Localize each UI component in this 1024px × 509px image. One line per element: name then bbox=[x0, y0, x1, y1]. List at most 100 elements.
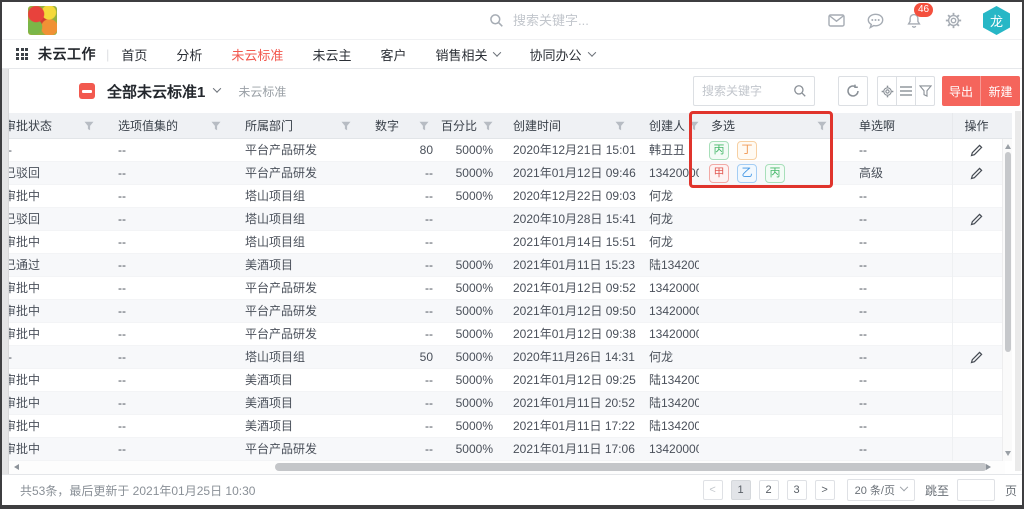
chat-icon[interactable] bbox=[865, 11, 885, 31]
filter-funnel-icon[interactable] bbox=[689, 121, 699, 131]
scroll-left-arrow-icon[interactable] bbox=[14, 464, 19, 470]
filter-funnel-button[interactable] bbox=[915, 76, 935, 106]
avatar[interactable]: 龙 bbox=[983, 6, 1010, 35]
cell-actions bbox=[952, 277, 1000, 300]
app-grid-icon[interactable] bbox=[16, 48, 28, 60]
scroll-right-arrow-icon[interactable] bbox=[986, 464, 991, 470]
cell-multi bbox=[699, 208, 847, 231]
horizontal-scroll-thumb[interactable] bbox=[275, 463, 987, 471]
table-row[interactable]: 审批中--美酒项目--5000%2021年01月12日 09:25陆134200… bbox=[9, 369, 1012, 392]
table-row[interactable]: 审批中--平台产品研发--5000%2021年01月12日 09:5213420… bbox=[9, 277, 1012, 300]
nav-bar: 未云工作 | 首页分析未云标准未云主客户销售相关协同办公 bbox=[2, 40, 1022, 69]
global-search-input[interactable] bbox=[513, 13, 713, 28]
table-row[interactable]: 审批中--平台产品研发--5000%2021年01月12日 09:3813420… bbox=[9, 323, 1012, 346]
create-button[interactable]: 新建 bbox=[981, 76, 1020, 106]
scroll-down-arrow-icon[interactable] bbox=[1005, 451, 1011, 456]
cell-optset: -- bbox=[106, 415, 233, 438]
cell-single: -- bbox=[847, 277, 952, 300]
filter-funnel-icon[interactable] bbox=[341, 121, 351, 131]
top-header: 46 龙 bbox=[2, 2, 1022, 40]
filter-funnel-icon[interactable] bbox=[615, 121, 625, 131]
search-icon[interactable] bbox=[786, 77, 814, 105]
cell-multi bbox=[699, 346, 847, 369]
nav-item-分析[interactable]: 分析 bbox=[176, 45, 202, 64]
filter-funnel-icon[interactable] bbox=[84, 121, 94, 131]
table-row[interactable]: ----塔山项目组505000%2020年11月26日 14:31何龙-- bbox=[9, 346, 1012, 369]
list-toolbar: 全部未云标准1 未云标准 bbox=[2, 69, 1022, 113]
cell-number: -- bbox=[363, 208, 441, 231]
table-row[interactable]: 已驳回--平台产品研发--5000%2021年01月12日 09:4613420… bbox=[9, 162, 1012, 185]
prev-page-button[interactable]: < bbox=[703, 480, 723, 500]
nav-item-首页[interactable]: 首页 bbox=[121, 45, 147, 64]
jump-to-page-input[interactable] bbox=[957, 479, 995, 501]
table-row[interactable]: ----平台产品研发805000%2020年12月21日 15:01韩丑丑丙丁-… bbox=[9, 139, 1012, 162]
page-button-1[interactable]: 1 bbox=[731, 480, 751, 500]
edit-button[interactable] bbox=[969, 165, 985, 181]
settings-gear-button[interactable] bbox=[877, 76, 897, 106]
list-search-input[interactable] bbox=[694, 84, 786, 98]
table-row[interactable]: 审批中--塔山项目组--5000%2020年12月22日 09:03何龙-- bbox=[9, 185, 1012, 208]
filter-funnel-icon[interactable] bbox=[483, 121, 493, 131]
primary-buttons: 导出 新建 bbox=[942, 76, 1020, 106]
cell-optset: -- bbox=[106, 185, 233, 208]
table-horizontal-scrollbar[interactable] bbox=[9, 461, 1005, 474]
app-logo[interactable] bbox=[28, 6, 57, 35]
gear-icon[interactable] bbox=[943, 11, 963, 31]
chevron-down-icon[interactable] bbox=[213, 84, 221, 92]
export-button[interactable]: 导出 bbox=[942, 76, 981, 106]
filter-funnel-icon[interactable] bbox=[211, 121, 221, 131]
cell-creator: 陆1342000... bbox=[637, 369, 699, 392]
cell-created: 2021年01月12日 09:50 bbox=[501, 300, 637, 323]
filter-funnel-icon[interactable] bbox=[419, 121, 429, 131]
cell-actions bbox=[952, 323, 1000, 346]
page-button-2[interactable]: 2 bbox=[759, 480, 779, 500]
notifications-bell-icon[interactable]: 46 bbox=[904, 11, 924, 31]
page-button-3[interactable]: 3 bbox=[787, 480, 807, 500]
table-row[interactable]: 已通过--美酒项目--5000%2021年01月11日 15:23陆134200… bbox=[9, 254, 1012, 277]
nav-item-未云主[interactable]: 未云主 bbox=[312, 45, 351, 64]
cell-multi bbox=[699, 254, 847, 277]
column-header-multi[interactable]: 多选 bbox=[699, 113, 847, 138]
cell-creator: 13420000... bbox=[637, 323, 699, 346]
edit-button[interactable] bbox=[969, 349, 985, 365]
next-page-button[interactable]: > bbox=[815, 480, 835, 500]
cell-percent: 5000% bbox=[441, 139, 501, 162]
vertical-scroll-thumb[interactable] bbox=[1005, 152, 1011, 352]
nav-item-销售相关[interactable]: 销售相关 bbox=[435, 45, 500, 64]
nav-item-未云标准[interactable]: 未云标准 bbox=[231, 45, 283, 64]
column-label: 多选 bbox=[711, 117, 735, 134]
table-row[interactable]: 已驳回--塔山项目组--2020年10月28日 15:41何龙-- bbox=[9, 208, 1012, 231]
filter-funnel-icon[interactable] bbox=[817, 121, 827, 131]
cell-creator: 13420000... bbox=[637, 438, 699, 461]
cell-optset: -- bbox=[106, 369, 233, 392]
cell-actions bbox=[952, 139, 1000, 162]
table-row[interactable]: 审批中--塔山项目组--2021年01月14日 15:51何龙-- bbox=[9, 231, 1012, 254]
column-header-optset[interactable]: 选项值集的 bbox=[106, 113, 233, 138]
cell-percent: 5000% bbox=[441, 346, 501, 369]
list-view-button[interactable] bbox=[896, 76, 916, 106]
table-vertical-scrollbar[interactable] bbox=[1002, 139, 1012, 461]
cell-creator: 陆1342000... bbox=[637, 415, 699, 438]
column-header-created[interactable]: 创建时间 bbox=[501, 113, 637, 138]
scroll-up-arrow-icon[interactable] bbox=[1005, 144, 1011, 149]
column-header-percent[interactable]: 百分比 bbox=[441, 113, 501, 138]
cell-dept: 平台产品研发 bbox=[233, 438, 363, 461]
refresh-button[interactable] bbox=[838, 76, 868, 106]
column-header-status[interactable]: 审批状态 bbox=[9, 113, 106, 138]
cell-dept: 平台产品研发 bbox=[233, 139, 363, 162]
cell-dept: 塔山项目组 bbox=[233, 346, 363, 369]
table-row[interactable]: 审批中--平台产品研发--5000%2021年01月11日 17:0613420… bbox=[9, 438, 1012, 461]
page-scrollbar[interactable] bbox=[1015, 111, 1021, 471]
edit-button[interactable] bbox=[969, 142, 985, 158]
page-size-select[interactable]: 20 条/页 bbox=[847, 479, 915, 501]
table-row[interactable]: 审批中--美酒项目--5000%2021年01月11日 20:52陆134200… bbox=[9, 392, 1012, 415]
column-header-dept[interactable]: 所属部门 bbox=[233, 113, 363, 138]
mail-icon[interactable] bbox=[826, 11, 846, 31]
table-row[interactable]: 审批中--美酒项目--5000%2021年01月11日 17:22陆134200… bbox=[9, 415, 1012, 438]
nav-item-协同办公[interactable]: 协同办公 bbox=[529, 45, 594, 64]
nav-item-客户[interactable]: 客户 bbox=[380, 45, 406, 64]
column-header-creator[interactable]: 创建人 bbox=[637, 113, 699, 138]
column-header-number[interactable]: 数字 bbox=[363, 113, 441, 138]
table-row[interactable]: 审批中--平台产品研发--5000%2021年01月12日 09:5013420… bbox=[9, 300, 1012, 323]
edit-button[interactable] bbox=[969, 211, 985, 227]
